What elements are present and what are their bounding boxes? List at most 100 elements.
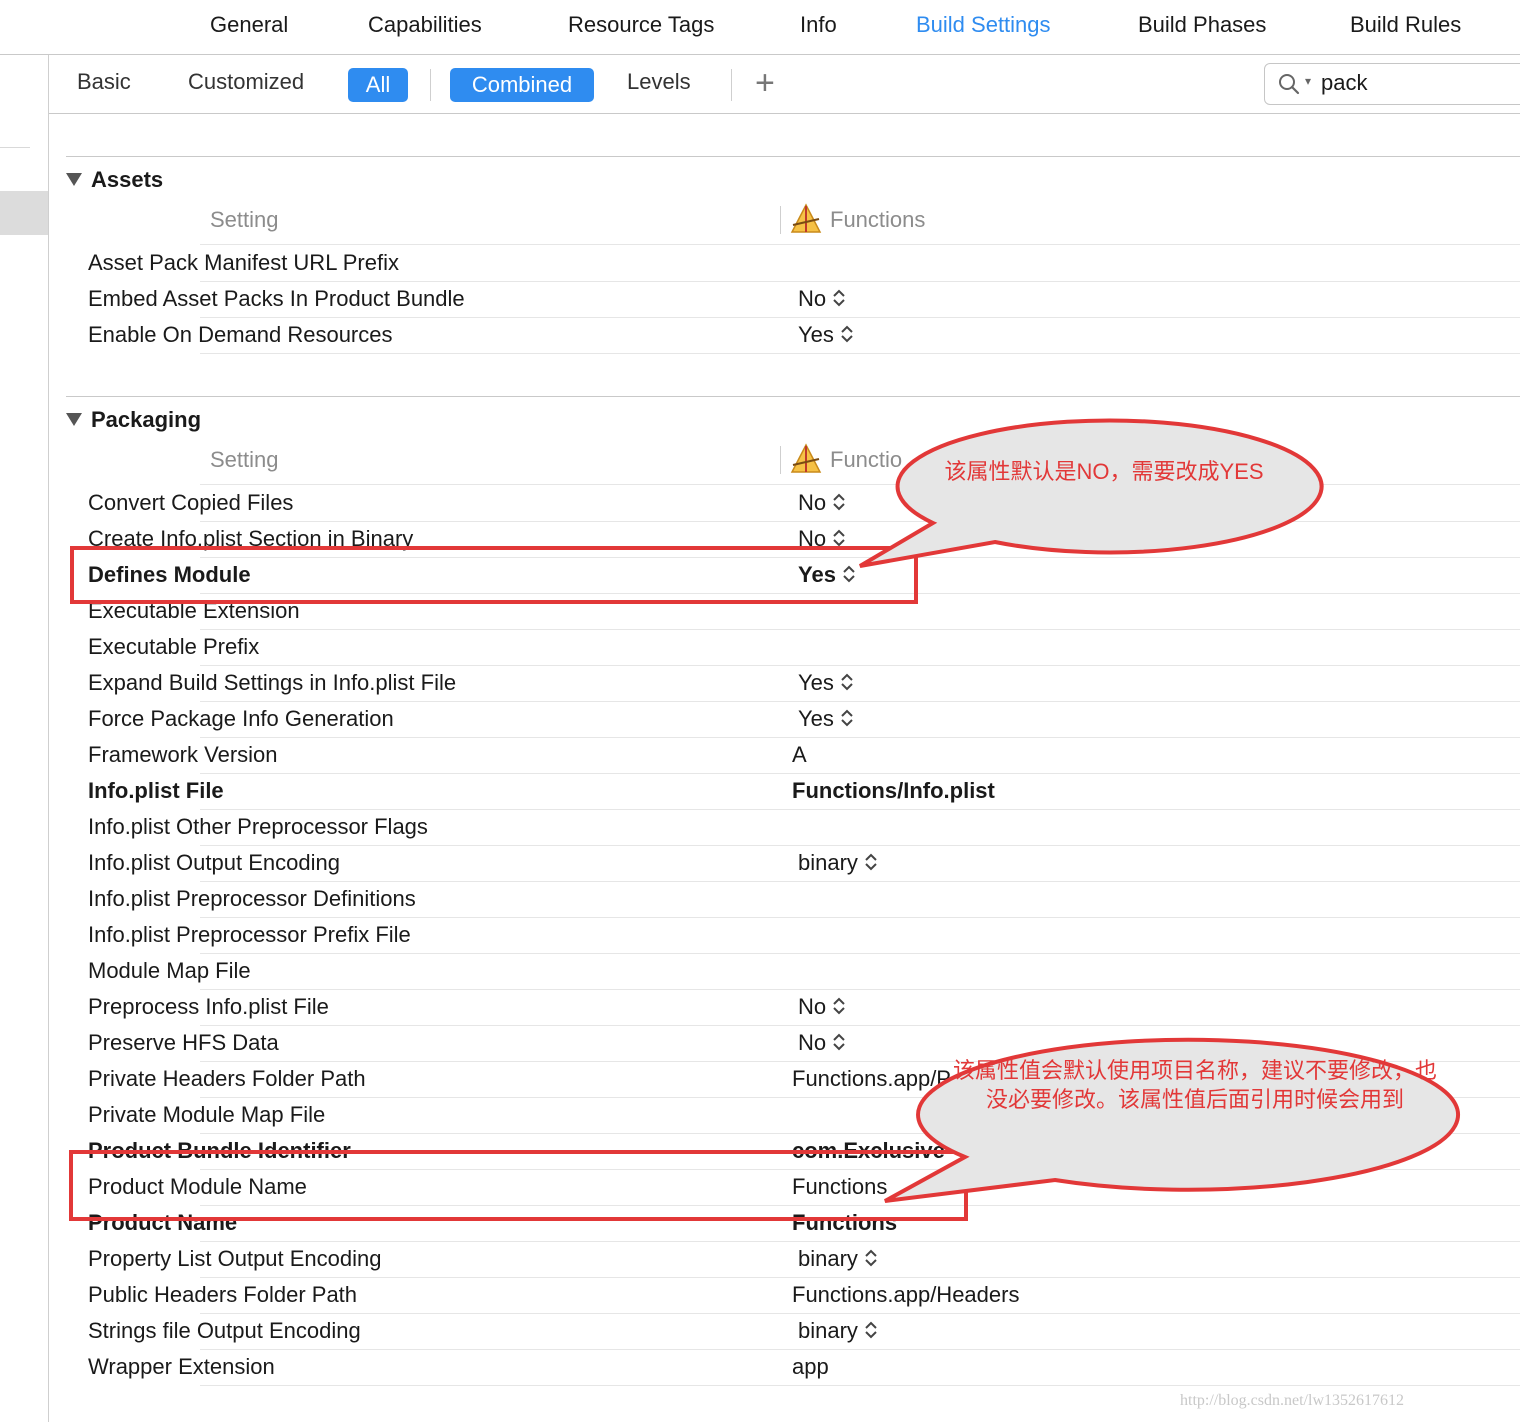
up-down-chevron-icon <box>841 709 853 727</box>
up-down-chevron-icon <box>841 325 853 343</box>
setting-value[interactable]: Functions <box>792 1174 887 1200</box>
popup-value: Yes <box>798 670 834 695</box>
setting-value-popup[interactable]: binary <box>798 850 878 876</box>
setting-row[interactable]: Expand Build Settings in Info.plist File… <box>0 666 1520 702</box>
tab-build-rules[interactable]: Build Rules <box>1350 12 1461 38</box>
setting-row[interactable]: Preprocess Info.plist File No <box>0 990 1520 1026</box>
setting-name: Private Headers Folder Path <box>88 1066 366 1091</box>
setting-name: Asset Pack Manifest URL Prefix <box>88 250 399 275</box>
search-field[interactable]: ▾ <box>1264 63 1520 105</box>
setting-row[interactable]: Executable Extension <box>0 594 1520 630</box>
tab-capabilities[interactable]: Capabilities <box>368 12 482 38</box>
setting-name: Executable Prefix <box>88 634 260 659</box>
filter-customized[interactable]: Customized <box>188 69 304 95</box>
tab-info[interactable]: Info <box>800 12 837 38</box>
setting-row[interactable]: Module Map File <box>0 954 1520 990</box>
popup-value: Yes <box>798 706 834 731</box>
up-down-chevron-icon <box>833 493 845 511</box>
setting-value[interactable]: Functions.app/Headers <box>792 1282 1019 1308</box>
setting-row[interactable]: Info.plist Preprocessor Definitions <box>0 882 1520 918</box>
setting-value-popup[interactable]: binary <box>798 1246 878 1272</box>
tab-general[interactable]: General <box>210 12 288 38</box>
up-down-chevron-icon <box>833 997 845 1015</box>
setting-row[interactable]: Info.plist Other Preprocessor Flags <box>0 810 1520 846</box>
setting-value-popup[interactable]: Yes <box>798 670 854 696</box>
header-row <box>0 448 1520 485</box>
setting-row[interactable]: Embed Asset Packs In Product Bundle No <box>0 282 1520 318</box>
setting-row[interactable]: Executable Prefix <box>0 630 1520 666</box>
setting-row[interactable]: Property List Output Encoding binary <box>0 1242 1520 1278</box>
plus-icon[interactable]: + <box>755 61 775 105</box>
setting-row[interactable]: Private Module Map File <box>0 1098 1520 1134</box>
setting-value-popup[interactable]: No <box>798 490 846 516</box>
setting-row[interactable]: Wrapper Extension app <box>0 1350 1520 1386</box>
setting-name: Info.plist Preprocessor Prefix File <box>88 922 411 947</box>
setting-value-popup[interactable]: binary <box>798 1318 878 1344</box>
setting-value[interactable]: com.Exclusive <box>792 1138 945 1164</box>
up-down-chevron-icon <box>865 1321 877 1339</box>
setting-value-popup[interactable]: No <box>798 994 846 1020</box>
sidebar-divider <box>0 147 30 148</box>
filter-levels[interactable]: Levels <box>627 69 691 95</box>
setting-value-popup[interactable]: No <box>798 286 846 312</box>
setting-value-popup[interactable]: No <box>798 1030 846 1056</box>
disclosure-triangle-icon[interactable] <box>66 412 82 426</box>
setting-value[interactable]: A <box>792 742 807 768</box>
section-divider <box>66 156 1520 157</box>
setting-name: Wrapper Extension <box>88 1354 275 1379</box>
section-divider <box>66 396 1520 397</box>
setting-row[interactable]: Info.plist Preprocessor Prefix File <box>0 918 1520 954</box>
up-down-chevron-icon <box>843 565 855 583</box>
setting-value[interactable]: Functions.app/P <box>792 1066 951 1092</box>
setting-row[interactable]: Create Info.plist Section in Binary No <box>0 522 1520 558</box>
setting-name: Info.plist Preprocessor Definitions <box>88 886 416 911</box>
setting-value[interactable]: Functions/Info.plist <box>792 778 995 804</box>
setting-name: Force Package Info Generation <box>88 706 394 731</box>
disclosure-triangle-icon[interactable] <box>66 172 82 186</box>
section-title: Packaging <box>91 407 202 432</box>
setting-name: Embed Asset Packs In Product Bundle <box>88 286 465 311</box>
setting-value[interactable]: Functions <box>792 1210 897 1236</box>
header-row <box>0 208 1520 245</box>
section-header-assets[interactable]: Assets <box>66 167 163 193</box>
setting-row[interactable]: Strings file Output Encoding binary <box>0 1314 1520 1350</box>
setting-value-popup[interactable]: Yes <box>798 706 854 732</box>
search-icon <box>1279 74 1300 95</box>
filter-combined[interactable]: Combined <box>450 68 594 102</box>
setting-row[interactable]: Info.plist Output Encoding binary <box>0 846 1520 882</box>
setting-name: Expand Build Settings in Info.plist File <box>88 670 457 695</box>
setting-name: Strings file Output Encoding <box>88 1318 361 1343</box>
filter-all[interactable]: All <box>348 68 408 102</box>
setting-name: Preprocess Info.plist File <box>88 994 329 1019</box>
setting-row[interactable]: Convert Copied Files No <box>0 486 1520 522</box>
tab-build-phases[interactable]: Build Phases <box>1138 12 1266 38</box>
setting-name: Info.plist File <box>88 778 224 803</box>
setting-value-popup[interactable]: Yes <box>798 562 856 588</box>
setting-name: Private Module Map File <box>88 1102 326 1127</box>
setting-value[interactable]: app <box>792 1354 829 1380</box>
setting-row[interactable]: Defines Module Yes <box>0 558 1520 594</box>
setting-value-popup[interactable]: Yes <box>798 322 854 348</box>
tab-build-settings[interactable]: Build Settings <box>916 12 1051 38</box>
setting-row[interactable]: Product Module Name Functions <box>0 1170 1520 1206</box>
tab-resource-tags[interactable]: Resource Tags <box>568 12 714 38</box>
filter-basic[interactable]: Basic <box>77 69 131 95</box>
setting-row[interactable]: Product Bundle Identifier com.Exclusive <box>0 1134 1520 1170</box>
setting-row[interactable]: Product Name Functions <box>0 1206 1520 1242</box>
setting-name: Public Headers Folder Path <box>88 1282 358 1307</box>
filter-divider <box>731 69 732 101</box>
search-input[interactable] <box>1321 68 1520 98</box>
popup-value: No <box>798 286 827 311</box>
chevron-down-icon[interactable]: ▾ <box>1305 74 1311 88</box>
section-header-packaging[interactable]: Packaging <box>66 407 201 433</box>
setting-row[interactable]: Enable On Demand Resources Yes <box>0 318 1520 354</box>
setting-row[interactable]: Info.plist File Functions/Info.plist <box>0 774 1520 810</box>
setting-row[interactable]: Force Package Info Generation Yes <box>0 702 1520 738</box>
setting-row[interactable]: Public Headers Folder Path Functions.app/… <box>0 1278 1520 1314</box>
setting-row[interactable]: Private Headers Folder Path Functions.app… <box>0 1062 1520 1098</box>
setting-value-popup[interactable]: No <box>798 526 846 552</box>
setting-row[interactable]: Framework Version A <box>0 738 1520 774</box>
setting-row[interactable]: Preserve HFS Data No <box>0 1026 1520 1062</box>
setting-row[interactable]: Asset Pack Manifest URL Prefix <box>0 246 1520 282</box>
popup-value: No <box>798 526 827 551</box>
